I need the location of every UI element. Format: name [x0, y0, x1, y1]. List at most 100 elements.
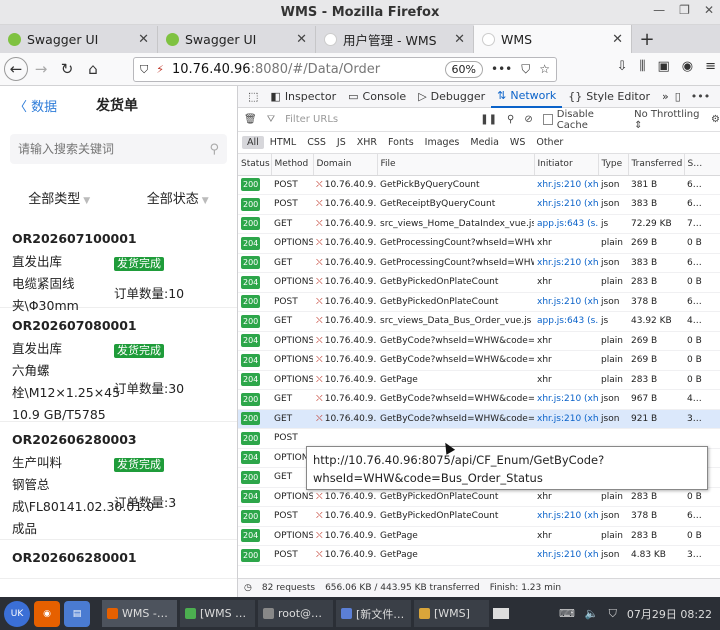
back-button[interactable]: ←: [4, 57, 28, 81]
table-row[interactable]: 204 OPTIONS ⛌ 10.76.40.9… GetPage xhr plain 283…: [238, 370, 720, 390]
initiator[interactable]: app.js:643 (s…: [534, 214, 598, 234]
sidebar-icon[interactable]: ▣: [657, 59, 669, 74]
url-bar[interactable]: ⛉ ⚡ 10.76.40.96:8080/#/Data/Order 60% ••…: [133, 57, 557, 82]
table-row[interactable]: 200 POST⛌10.76.40.9…GetPagexhr.js:210 (xh…: [238, 545, 720, 566]
pocket-icon[interactable]: ⛉: [521, 62, 530, 77]
browser-tab[interactable]: Swagger UI ✕: [158, 26, 316, 53]
back-link[interactable]: 〈 数据: [14, 96, 57, 115]
table-row[interactable]: 200 GET ⛌ 10.76.40.9… src_views_Home_DataInd…: [238, 214, 720, 234]
initiator[interactable]: xhr.js:210 (xhr): [534, 409, 598, 429]
order-card[interactable]: OR202607100001 直发出库 发货完成 电缆紧固线 夹\Φ30mm 订…: [0, 221, 237, 313]
column-header[interactable]: Status: [238, 154, 272, 176]
tab-network[interactable]: ⇅ Network: [491, 86, 563, 108]
close-tab-icon[interactable]: ✕: [612, 32, 623, 47]
close-tab-icon[interactable]: ✕: [296, 32, 307, 47]
shield-icon[interactable]: ⛉: [609, 607, 617, 621]
column-header[interactable]: Domain: [313, 154, 378, 176]
type-filter-xhr[interactable]: XHR: [352, 136, 382, 149]
initiator[interactable]: app.js:643 (s…: [534, 311, 598, 332]
disable-cache-checkbox[interactable]: Disable Cache: [542, 109, 620, 131]
minimize-icon[interactable]: —: [653, 3, 665, 17]
devtools-menu-icon[interactable]: •••: [691, 90, 710, 103]
taskbar-task[interactable]: [新文件…: [336, 600, 411, 627]
volume-icon[interactable]: 🔈: [585, 607, 599, 620]
tab-inspector[interactable]: ◧ Inspector: [264, 86, 342, 108]
close-window-icon[interactable]: ✕: [704, 3, 714, 17]
forward-button[interactable]: →: [28, 56, 54, 82]
files-launcher-icon[interactable]: ▤: [64, 600, 90, 627]
browser-tab[interactable]: WMS ✕: [474, 25, 632, 53]
initiator[interactable]: xhr.js:210 (xhr): [534, 545, 598, 566]
tab-style-editor[interactable]: {} Style Editor: [562, 86, 656, 108]
table-row[interactable]: 200 POST ⛌ 10.76.40.9… GetReceiptByQueryCoun…: [238, 194, 720, 215]
pause-icon[interactable]: ❚❚: [480, 114, 497, 125]
table-row[interactable]: 204 OPTIONS ⛌ 10.76.40.9… GetPage xhr plain 283…: [238, 526, 720, 546]
table-row[interactable]: 204 OPTIONS ⛌ 10.76.40.9… GetByCode?whseId=W…: [238, 331, 720, 351]
dock-icon[interactable]: ▯: [675, 90, 681, 103]
column-header[interactable]: S…: [684, 154, 720, 176]
initiator[interactable]: xhr.js:210 (xhr): [534, 194, 598, 215]
block-icon[interactable]: ⊘: [524, 114, 532, 125]
taskbar-task[interactable]: [WMS]: [414, 600, 489, 627]
type-filter-html[interactable]: HTML: [265, 136, 301, 149]
table-row[interactable]: 200 POST ⛌ 10.76.40.9… GetByPickedOnPlateCou…: [238, 506, 720, 527]
taskbar-task[interactable]: WMS -…: [102, 600, 177, 627]
table-row[interactable]: 200 POST ⛌ 10.76.40.9… GetByPickedOnPlateCou…: [238, 292, 720, 312]
column-header[interactable]: Method: [271, 154, 314, 176]
column-header[interactable]: Initiator: [534, 154, 599, 176]
type-filter-ws[interactable]: WS: [505, 136, 530, 149]
zoom-level-button[interactable]: 60%: [444, 61, 483, 78]
url-text[interactable]: 10.76.40.96:8080/#/Data/Order: [172, 62, 445, 77]
order-card[interactable]: OR202607080001 直发出库 发货完成 六角螺 栓\M12×1.25×…: [0, 308, 237, 422]
filter-status-dropdown[interactable]: 全部状态 ▼: [147, 188, 209, 207]
type-filter-js[interactable]: JS: [332, 136, 351, 149]
clock[interactable]: 07月29日 08:22: [627, 606, 712, 622]
tab-debugger[interactable]: ▷ Debugger: [412, 86, 491, 108]
bookmark-star-icon[interactable]: ☆: [539, 62, 550, 77]
throttling-select[interactable]: No Throttling ⇕: [634, 109, 703, 131]
initiator[interactable]: xhr.js:210 (xhr): [534, 292, 598, 312]
column-header[interactable]: Type: [598, 154, 629, 176]
order-card[interactable]: OR202606280003 生产叫料 发货完成 钢管总 成\FL80141.0…: [0, 422, 237, 540]
table-row[interactable]: 204 OPTIONS ⛌ 10.76.40.9… GetByCode?whseId=W…: [238, 350, 720, 371]
column-header[interactable]: File: [377, 154, 535, 176]
filter-type-dropdown[interactable]: 全部类型 ▼: [28, 188, 90, 207]
permissions-icon[interactable]: ⚡: [156, 63, 164, 76]
type-filter-media[interactable]: Media: [465, 136, 504, 149]
initiator[interactable]: xhr.js:210 (xhr): [534, 175, 598, 195]
table-row[interactable]: 204 OPTIONS ⛌ 10.76.40.9… GetByPickedOnPlate…: [238, 272, 720, 293]
close-tab-icon[interactable]: ✕: [454, 32, 465, 47]
search-input[interactable]: [18, 142, 210, 156]
initiator[interactable]: xhr.js:210 (xhr): [534, 389, 598, 410]
table-row[interactable]: 204 OPTIONS ⛌ 10.76.40.9… GetProcessingCount…: [238, 233, 720, 254]
initiator[interactable]: xhr.js:210 (xhr): [534, 253, 598, 273]
firefox-launcher-icon[interactable]: ◉: [34, 600, 60, 627]
type-filter-css[interactable]: CSS: [302, 136, 331, 149]
search-box[interactable]: ⚲: [10, 134, 227, 164]
initiator[interactable]: xhr.js:210 (xhr): [534, 506, 598, 527]
account-icon[interactable]: ◉: [682, 59, 693, 74]
order-card[interactable]: OR202606280001: [0, 540, 237, 579]
trash-icon[interactable]: 🗑: [244, 114, 257, 125]
menu-icon[interactable]: ≡: [705, 59, 716, 74]
table-row[interactable]: 200 POST ⛌ 10.76.40.9… GetPickByQueryCount xh…: [238, 175, 720, 195]
keyboard-icon[interactable]: ⌨: [559, 607, 575, 620]
home-button[interactable]: ⌂: [80, 56, 106, 82]
table-row[interactable]: 200 GET ⛌ 10.76.40.9… GetByCode?whseId=WHW&c…: [238, 389, 720, 410]
more-tabs-icon[interactable]: »: [656, 86, 675, 108]
new-tab-button[interactable]: +: [632, 26, 662, 53]
browser-tab[interactable]: Swagger UI ✕: [0, 26, 158, 53]
table-row[interactable]: 200 GET ⛌ 10.76.40.9… GetByCode?whseId=WHW&c…: [238, 409, 720, 429]
type-filter-images[interactable]: Images: [420, 136, 465, 149]
close-tab-icon[interactable]: ✕: [138, 32, 149, 47]
start-menu-icon[interactable]: UK: [4, 600, 30, 627]
reload-button[interactable]: ↻: [54, 56, 80, 82]
downloads-icon[interactable]: ⇩: [617, 59, 628, 74]
taskbar-task[interactable]: root@…: [258, 600, 333, 627]
settings-gear-icon[interactable]: ⚙: [711, 114, 720, 125]
filter-urls-input[interactable]: Filter URLs: [285, 114, 464, 125]
maximize-icon[interactable]: ❐: [679, 3, 690, 17]
page-actions-icon[interactable]: •••: [491, 62, 512, 77]
search-icon[interactable]: ⚲: [209, 142, 219, 157]
security-icon[interactable]: ⛉: [140, 63, 148, 77]
